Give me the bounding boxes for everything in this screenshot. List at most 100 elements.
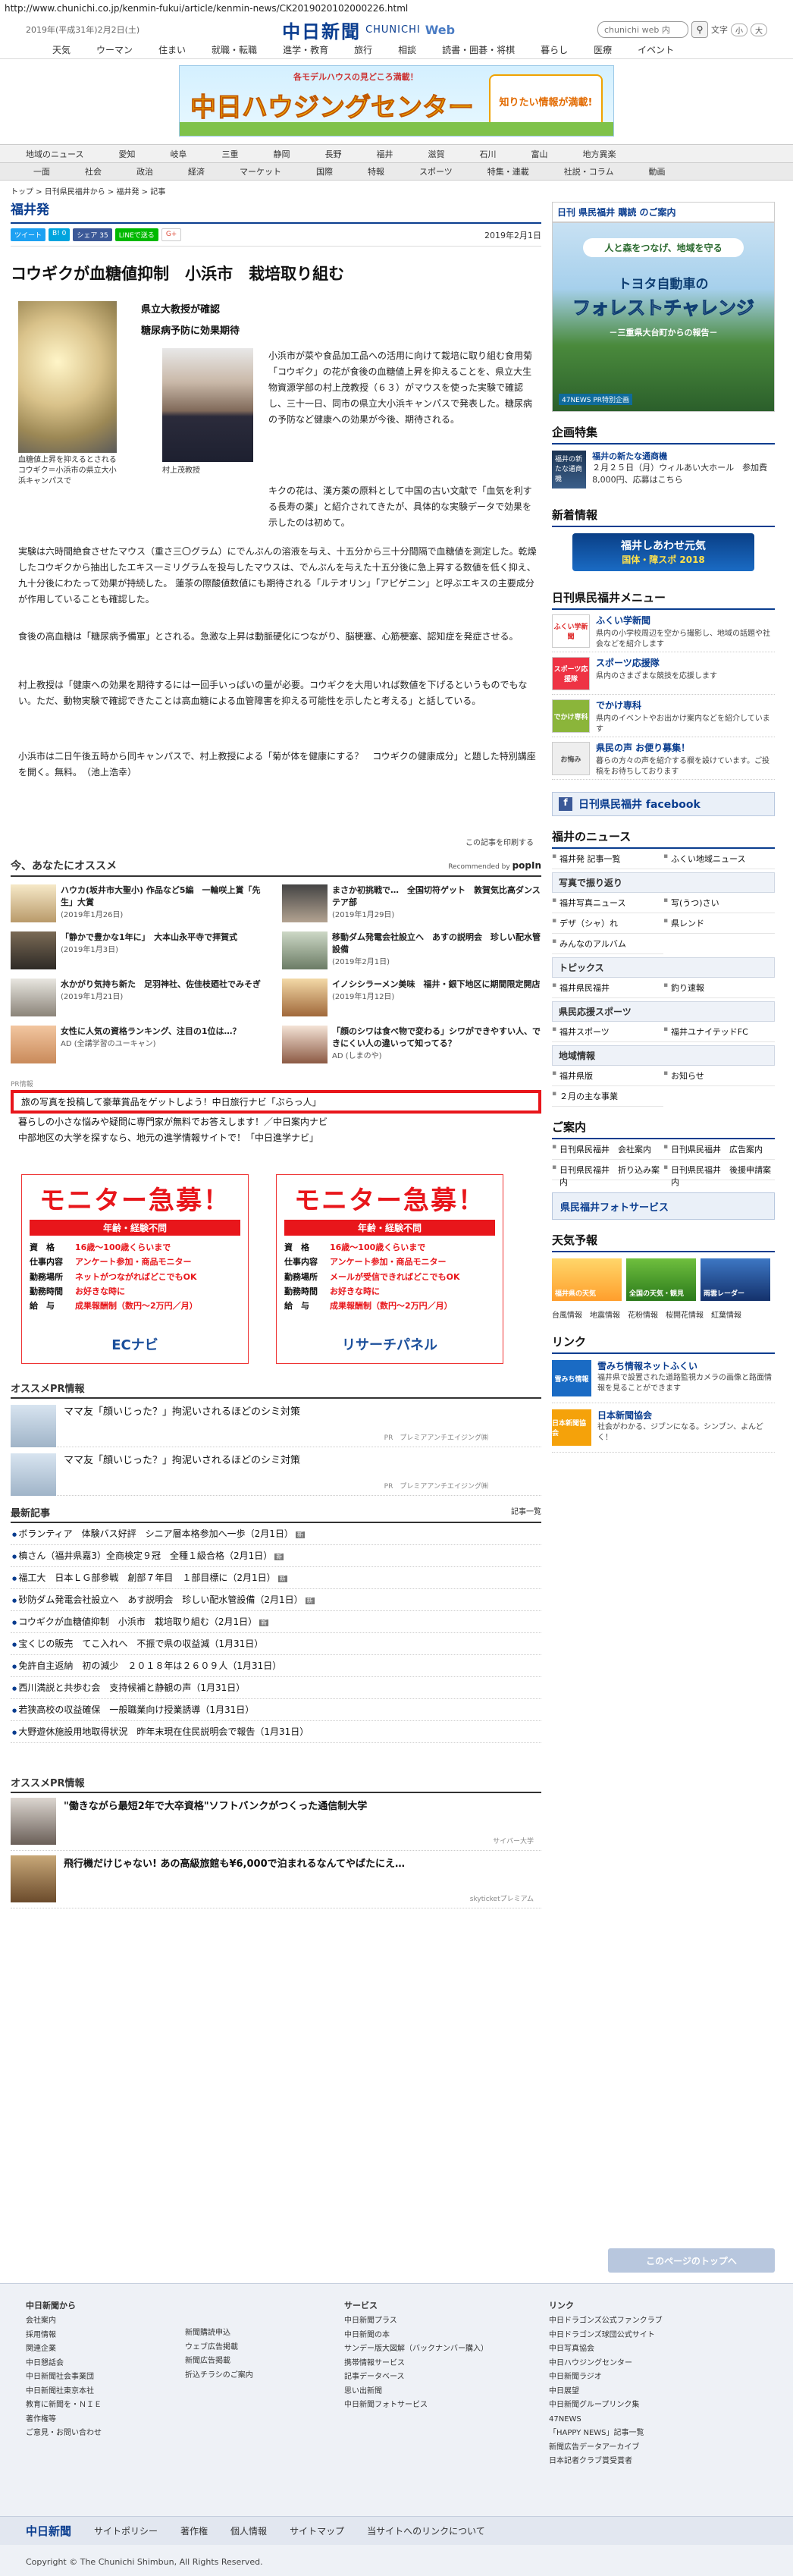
region-item[interactable]: 地域のニュース	[26, 148, 101, 160]
category-item[interactable]: 動画	[631, 165, 682, 177]
monitor-ad-researchpanel[interactable]: モニター急募！ 年齢・経験不問 資 格 16歳〜100歳くらいまで 仕事内容 アンケ…	[276, 1174, 503, 1364]
recommend-item[interactable]: 水かがり気持ち新た 足羽神社、佐佳枝廼社でみそぎ (2019年1月21日)	[11, 979, 270, 1019]
news-link[interactable]: 釣り速報	[663, 978, 775, 998]
category-item[interactable]: スポーツ	[402, 165, 470, 177]
pr-link[interactable]: 中部地区の大学を探すなら、地元の進学情報サイトで！「中日進学ナビ」	[11, 1129, 541, 1145]
region-item[interactable]: 長野	[307, 148, 359, 160]
news-link[interactable]: ふくい地域ニュース	[663, 849, 775, 869]
category-item[interactable]: 経済	[171, 165, 222, 177]
region-item[interactable]: 静岡	[255, 148, 307, 160]
menu-item[interactable]: お悔み 県民の声 お便り募集！ 暮らの方々の声を紹介する欄を設けています。ご投稿をお…	[552, 737, 775, 780]
national-weather-link[interactable]: 全国の天気・観見	[626, 1258, 696, 1301]
weather-sub-link[interactable]: 花粉情報	[628, 1308, 658, 1320]
region-item[interactable]: 愛知	[101, 148, 152, 160]
footer-link[interactable]: 会社案内	[26, 2314, 170, 2329]
link-item[interactable]: 雪みち情報 雪みち情報ネットふくい 福井県で設置された道路監視カメラの画像と路面情報…	[552, 1354, 775, 1403]
housing-center-banner[interactable]: 各モデルハウスの見どころ満載！ 中日ハウジングセンター 知りたい情報が満載!	[179, 65, 614, 137]
footer-link[interactable]: 47NEWS	[549, 2413, 716, 2427]
footer-link[interactable]: 著作権等	[26, 2413, 170, 2427]
weather-sub-link[interactable]: 桜開花情報	[666, 1308, 704, 1320]
pr-link[interactable]: 暮らしの小さな悩みや疑問に専門家が無料でお答えします！／中日案内ナビ	[11, 1114, 541, 1129]
footer-link[interactable]: 採用情報	[26, 2329, 170, 2343]
gnav-item[interactable]: 暮らし	[528, 41, 581, 58]
footer-link[interactable]: 中日ハウジングセンター	[549, 2357, 716, 2371]
weather-sub-link[interactable]: 台風情報	[552, 1308, 582, 1320]
menu-item[interactable]: ふくい学新聞 ふくい学新聞 県内の小学校周辺を空から撮影し、地域の話題や社会などを紹…	[552, 610, 775, 652]
facebook-link[interactable]: f 日刊県民福井 facebook	[552, 792, 775, 816]
footer-link[interactable]: 思い出新聞	[344, 2385, 534, 2399]
recommend-item[interactable]: 移動ダム発電会社設立へ あすの説明会 珍しい配水管設備 (2019年2月1日)	[282, 931, 541, 972]
footer-link[interactable]: ご意見・お問い合わせ	[26, 2427, 170, 2441]
search-input[interactable]	[597, 21, 688, 38]
news-link[interactable]: 写(うつ)さい	[663, 893, 775, 913]
kikaku-item[interactable]: 福井の新たな通商機 福井の新たな通商機 ２月２５日（月）ウィルあい大ホール 参加費…	[552, 445, 775, 495]
gnav-item[interactable]: 進学・教育	[270, 41, 341, 58]
region-item[interactable]: 滋賀	[410, 148, 462, 160]
tweet-button[interactable]: ツイート	[11, 228, 46, 241]
footer-link[interactable]: 中日新聞プラス	[344, 2314, 534, 2329]
latest-item[interactable]: 免許自主返納 初の減少 ２０１８年は２６０９人（1月31日）	[11, 1655, 541, 1677]
article-photo[interactable]: 血糖値上昇を抑えるとされるコウギク＝小浜市の県立大小浜キャンパスで	[18, 301, 117, 494]
weather-sub-link[interactable]: 紅葉情報	[711, 1308, 741, 1320]
footer-link[interactable]: 「HAPPY NEWS」記事一覧	[549, 2427, 716, 2441]
person-photo[interactable]: 村上茂教授	[162, 348, 261, 475]
news-link[interactable]: ２月の主な事業	[552, 1086, 663, 1107]
region-item[interactable]: 福井	[359, 148, 410, 160]
annai-link[interactable]: 日刊県民福井 後援申請案内	[663, 1160, 775, 1187]
footer-link[interactable]: 中日新聞の本	[344, 2329, 534, 2343]
category-item[interactable]: 社会	[67, 165, 119, 177]
footer-link[interactable]: 中日新聞社会事業団	[26, 2370, 170, 2385]
weather-sub-link[interactable]: 地震情報	[590, 1308, 620, 1320]
recommended-by[interactable]: Recommended by popIn	[448, 860, 541, 871]
region-item[interactable]: 地方異楽	[565, 148, 633, 160]
pr-item[interactable]: ママ友「顔いじった？」拘泥いされるほどのシミ対策 PR プレミアアンチエイジング…	[11, 1447, 541, 1496]
news-link[interactable]: 県レンド	[663, 913, 775, 934]
breadcrumb[interactable]: トップ > 日刊県民福井から > 福井発 > 記事	[0, 181, 793, 196]
recommend-item[interactable]: ハウカ(坂井市大聖小) 作品など5編 一輪咲上賞「先生」大賞 (2019年1月26…	[11, 884, 270, 925]
hatena-button[interactable]: B! 0	[49, 228, 71, 241]
latest-item[interactable]: 槙さん（福井県嘉3）全商検定９冠 全種１級合格（2月1日）新	[11, 1545, 541, 1567]
latest-item[interactable]: ボランティア 体験バス好評 シニア層本格参加へ一歩（2月1日）新	[11, 1523, 541, 1545]
gnav-item[interactable]: 相談	[385, 41, 429, 58]
footer-link[interactable]: 中日ドラゴンズ公式ファンクラブ	[549, 2314, 716, 2329]
fukui-weather-link[interactable]: 福井県の天気	[552, 1258, 622, 1301]
news-link[interactable]: 福井スポーツ	[552, 1022, 663, 1042]
font-small-button[interactable]: 小	[730, 23, 748, 36]
region-item[interactable]: 三重	[204, 148, 255, 160]
recommend-item[interactable]: 「静かで豊かな1年に」 大本山永平寺で拝賀式 (2019年1月3日)	[11, 931, 270, 972]
gnav-item[interactable]: 住まい	[146, 41, 199, 58]
gnav-item[interactable]: 読書・囲碁・将棋	[429, 41, 528, 58]
category-item[interactable]: 社説・コラム	[547, 165, 632, 177]
news-link[interactable]: デザ（シャ）れ	[552, 913, 663, 934]
latest-item[interactable]: 若狭高校の収益確保 一般職業向け授業誘導（1月31日）	[11, 1699, 541, 1721]
link-item[interactable]: 日本新聞協会 日本新聞協会 社会がわかる、ジブンになる。シンブン、よんどく！	[552, 1403, 775, 1453]
facebook-share-button[interactable]: シェア 35	[73, 228, 112, 241]
latest-item[interactable]: 大野遊休施設用地取得状況 昨年末現在住民説明会で報告（1月31日）	[11, 1721, 541, 1743]
gnav-item[interactable]: ウーマン	[83, 41, 146, 58]
news-link[interactable]: みんなのアルバム	[552, 934, 663, 954]
annai-link[interactable]: 日刊県民福井 会社案内	[552, 1139, 663, 1160]
rain-radar-link[interactable]: 雨雲レーダー	[701, 1258, 770, 1301]
category-item[interactable]: 国際	[299, 165, 350, 177]
article-list-link[interactable]: 記事一覧	[511, 1505, 541, 1519]
region-item[interactable]: 岐阜	[152, 148, 204, 160]
footer-link[interactable]: 中日新聞フォトサービス	[344, 2399, 534, 2413]
print-link[interactable]: この記事を印刷する	[465, 836, 534, 847]
annai-link[interactable]: 日刊県民福井 広告案内	[663, 1139, 775, 1160]
region-item[interactable]: 石川	[462, 148, 513, 160]
latest-item[interactable]: 宝くじの販売 てこ入れへ 不振で県の収益減（1月31日）	[11, 1633, 541, 1655]
gnav-item[interactable]: 旅行	[341, 41, 385, 58]
pr2-item[interactable]: "働きながら最短2年で大卒資格"ソフトバンクがつくった通信制大学 サイバー大学	[11, 1793, 541, 1851]
latest-item[interactable]: 福工大 日本ＬＧ部参戦 創部７年目 １部目標に（2月1日）新	[11, 1567, 541, 1589]
site-logo[interactable]: 中日新聞 CHUNICHI Web	[282, 17, 455, 43]
gnav-item[interactable]: 医療	[581, 41, 625, 58]
news-link[interactable]: お知らせ	[663, 1066, 775, 1086]
pr2-item[interactable]: 飛行機だけじゃない! あの高級旅館も¥6,000で泊まれるなんてやばたにえ… s…	[11, 1851, 541, 1908]
menu-item[interactable]: でかけ専科 でかけ専科 県内のイベントやお出かけ案内などを紹介しています	[552, 695, 775, 737]
page-top-button[interactable]: このページのトップへ	[608, 2248, 775, 2273]
address-bar[interactable]: http://www.chunichi.co.jp/kenmin-fukui/a…	[0, 0, 793, 17]
footer-link[interactable]: 教育に新聞を・ＮＩＥ	[26, 2399, 170, 2413]
footer-link[interactable]: 中日ドラゴンズ球団公式サイト	[549, 2329, 716, 2343]
footer-link[interactable]: 日本記者クラブ賞受賞者	[549, 2455, 716, 2469]
search-icon[interactable]: ⚲	[691, 21, 708, 38]
